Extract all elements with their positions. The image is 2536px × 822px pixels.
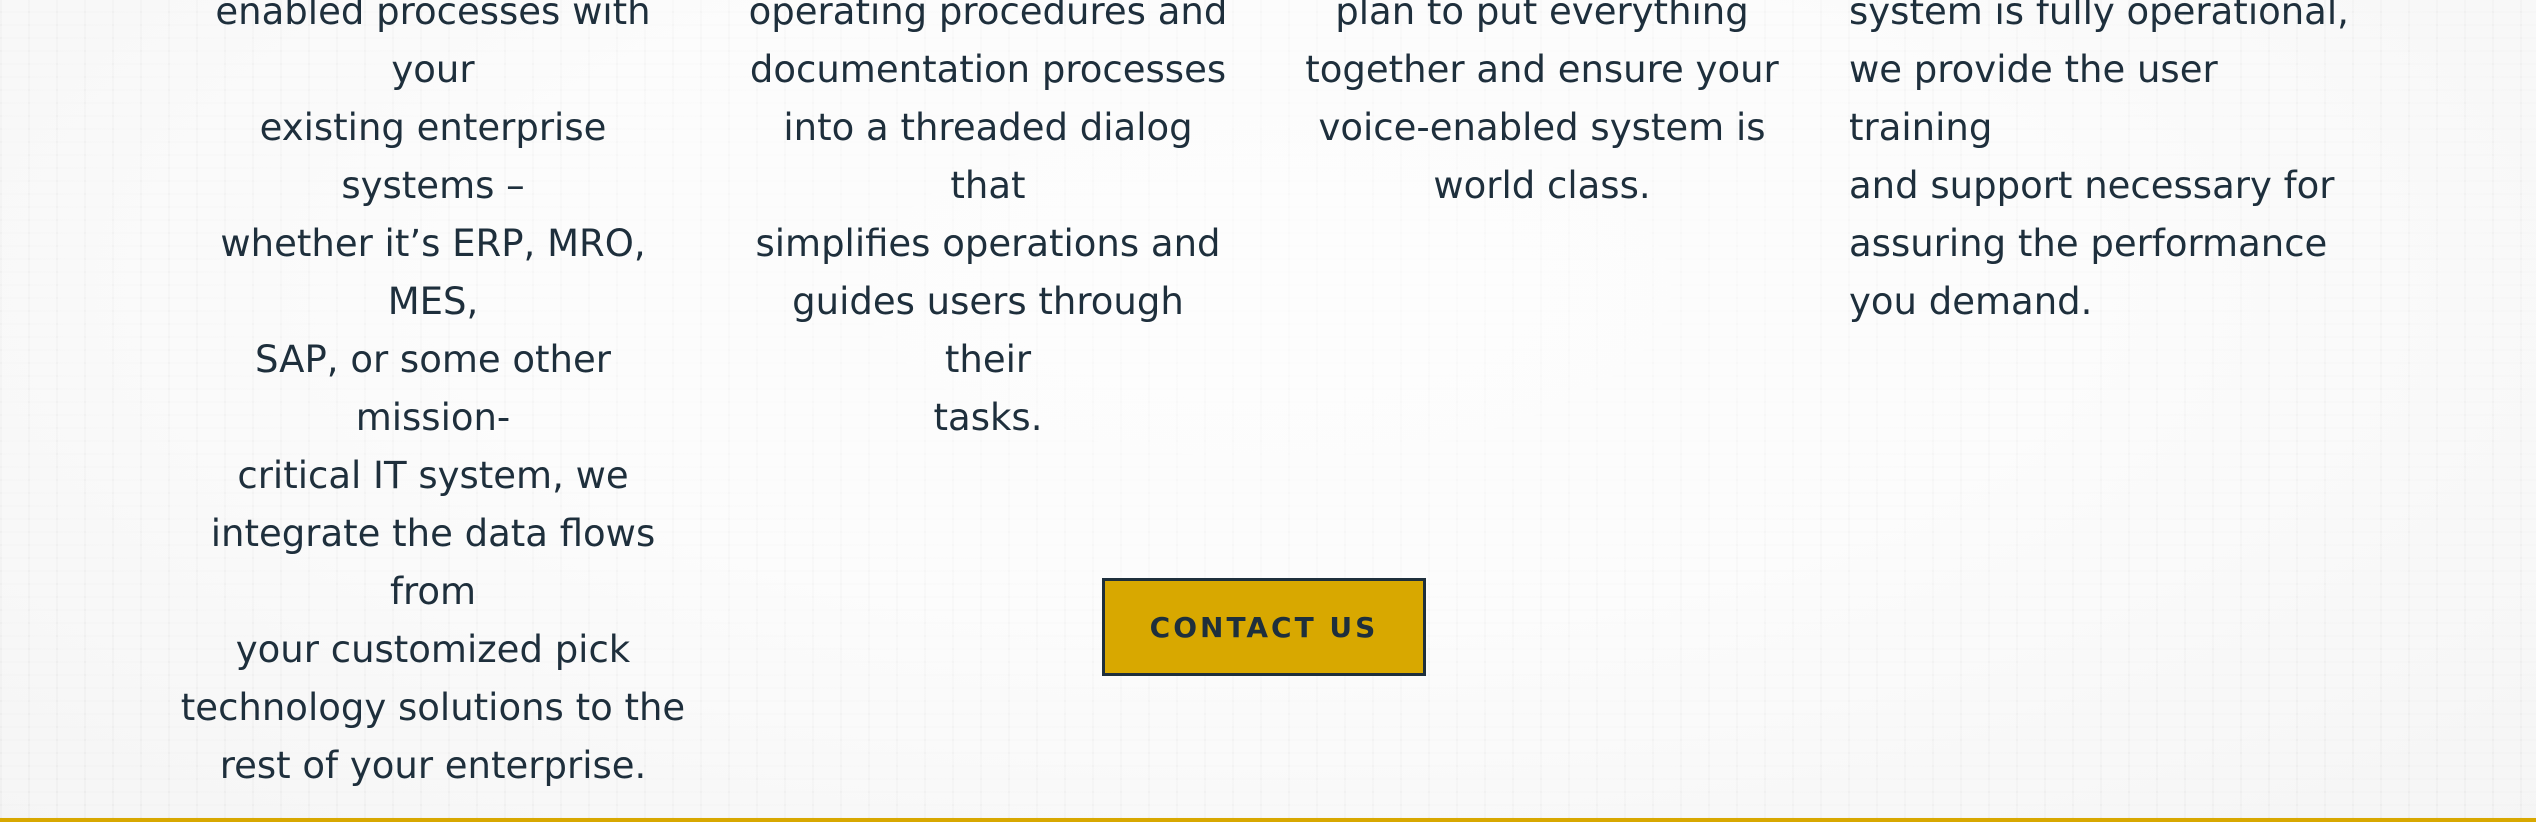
services-columns: enabled processes with your existing ent… xyxy=(0,0,2536,787)
service-column-integration-text: enabled processes with your existing ent… xyxy=(180,0,686,787)
footer-accent-line xyxy=(0,818,2536,822)
service-column-training-text: system is fully operational, we provide … xyxy=(1849,0,2349,323)
service-column-plan-text: plan to put everything together and ensu… xyxy=(1305,0,1779,207)
contact-us-button[interactable]: CONTACT US xyxy=(1102,578,1426,676)
service-column-dialog-text: operating procedures and documentation p… xyxy=(748,0,1228,439)
